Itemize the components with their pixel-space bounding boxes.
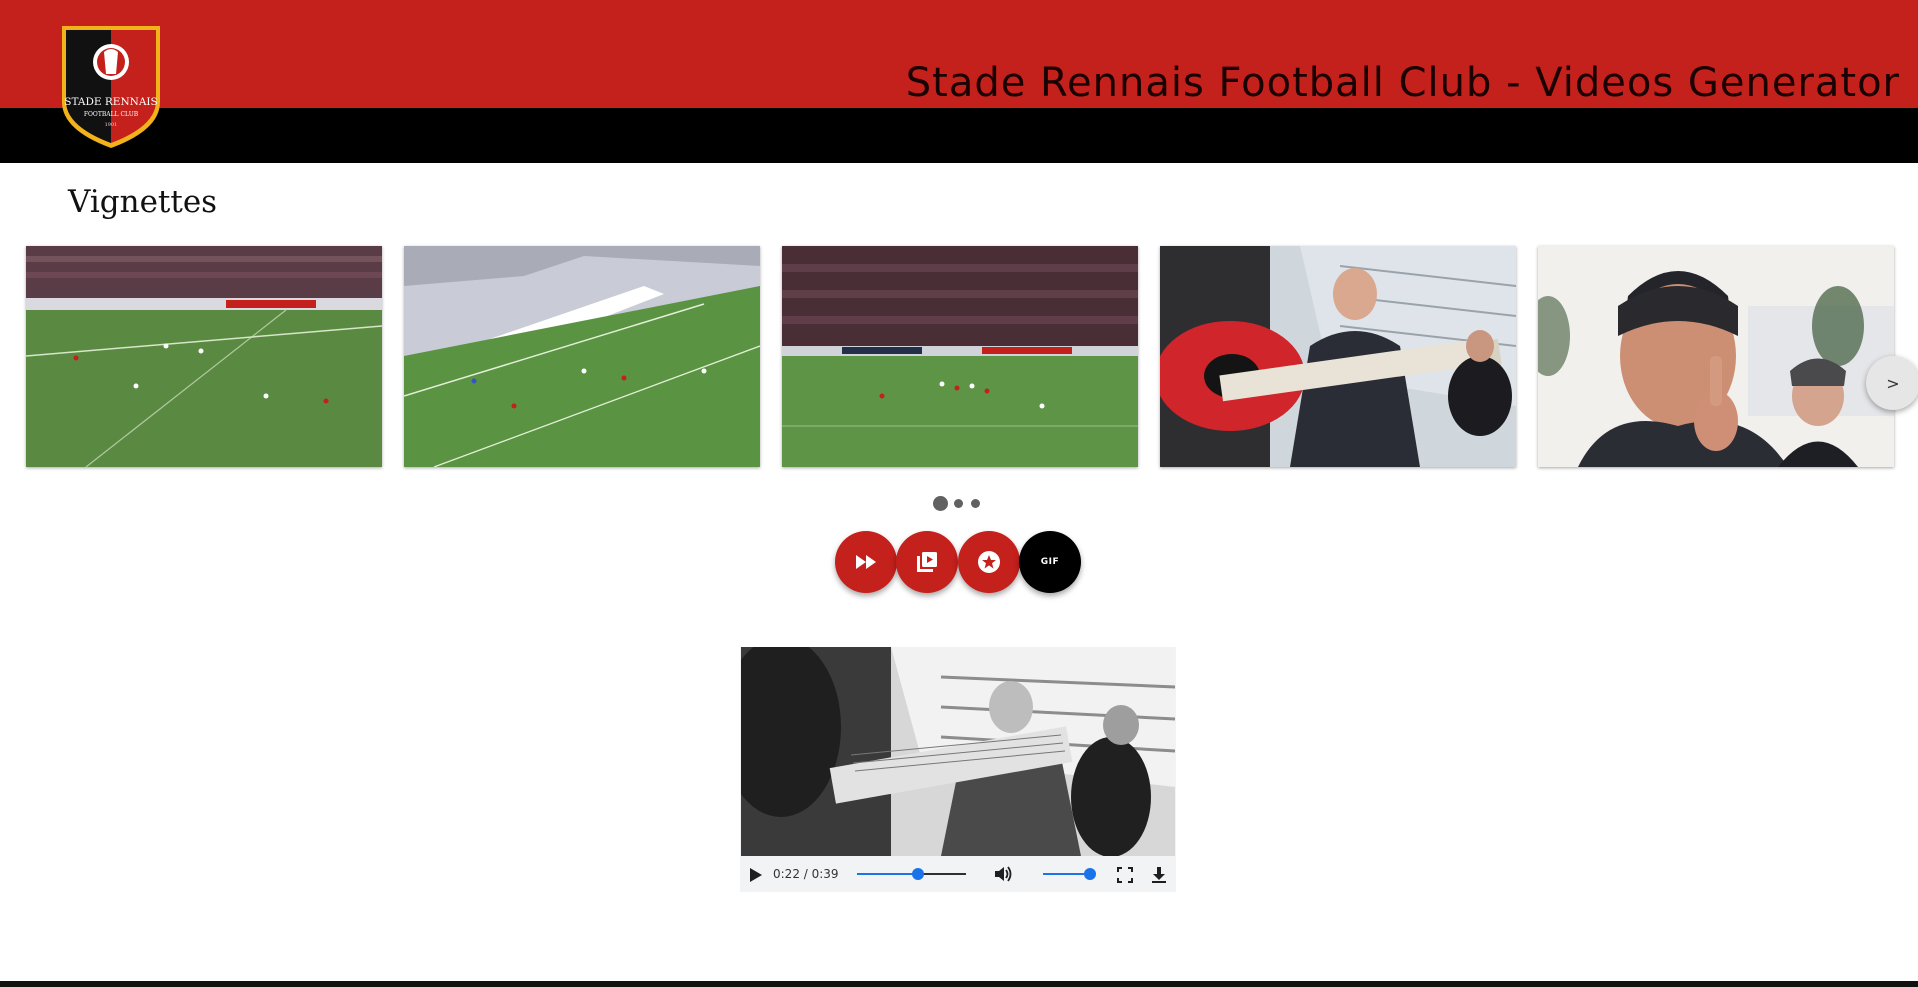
- volume-fill: [1043, 873, 1090, 875]
- volume-icon[interactable]: [994, 865, 1014, 883]
- vignette-1[interactable]: [26, 246, 382, 467]
- favorite-button[interactable]: [958, 531, 1020, 593]
- video-frame[interactable]: [741, 647, 1175, 856]
- playback-time: 0:22 / 0:39: [773, 867, 839, 881]
- download-icon[interactable]: [1151, 866, 1167, 884]
- vignette-3[interactable]: [782, 246, 1138, 467]
- vignettes-heading: Vignettes: [68, 184, 218, 220]
- page-title: Stade Rennais Football Club - Videos Gen…: [905, 60, 1900, 106]
- pagination-dot-2[interactable]: [954, 499, 963, 508]
- player-controls: 0:22 / 0:39: [740, 856, 1176, 892]
- pagination-dot-3[interactable]: [971, 499, 980, 508]
- club-crest-icon: STADE RENNAIS FOOTBALL CLUB 1901: [62, 26, 160, 148]
- svg-text:STADE RENNAIS: STADE RENNAIS: [64, 96, 158, 108]
- fullscreen-icon[interactable]: [1117, 867, 1133, 883]
- vignette-2[interactable]: [404, 246, 760, 467]
- play-icon[interactable]: [749, 867, 763, 883]
- volume-slider-handle[interactable]: [1083, 868, 1096, 880]
- svg-text:FOOTBALL CLUB: FOOTBALL CLUB: [84, 111, 139, 118]
- progress-slider-handle[interactable]: [912, 868, 925, 880]
- fast-forward-icon: [856, 555, 876, 569]
- star-icon: [978, 551, 1000, 573]
- vignettes-carousel: [0, 246, 1918, 468]
- progress-fill: [857, 873, 919, 875]
- page-bottom-border: [0, 981, 1918, 987]
- club-logo[interactable]: STADE RENNAIS FOOTBALL CLUB 1901: [56, 18, 166, 152]
- vignette-4[interactable]: [1160, 246, 1516, 467]
- fast-forward-button[interactable]: [835, 531, 897, 593]
- pagination-dot-1[interactable]: [933, 496, 948, 511]
- gif-label: GIF: [1040, 557, 1060, 567]
- vignette-5[interactable]: [1538, 246, 1894, 467]
- svg-text:1901: 1901: [105, 122, 118, 128]
- header-subbar: [0, 108, 1918, 163]
- video-library-icon: [917, 552, 937, 572]
- video-player[interactable]: 0:22 / 0:39: [740, 647, 1176, 892]
- carousel-next-button[interactable]: >: [1866, 356, 1918, 410]
- video-library-button[interactable]: [896, 531, 958, 593]
- gif-button[interactable]: GIF: [1019, 531, 1081, 593]
